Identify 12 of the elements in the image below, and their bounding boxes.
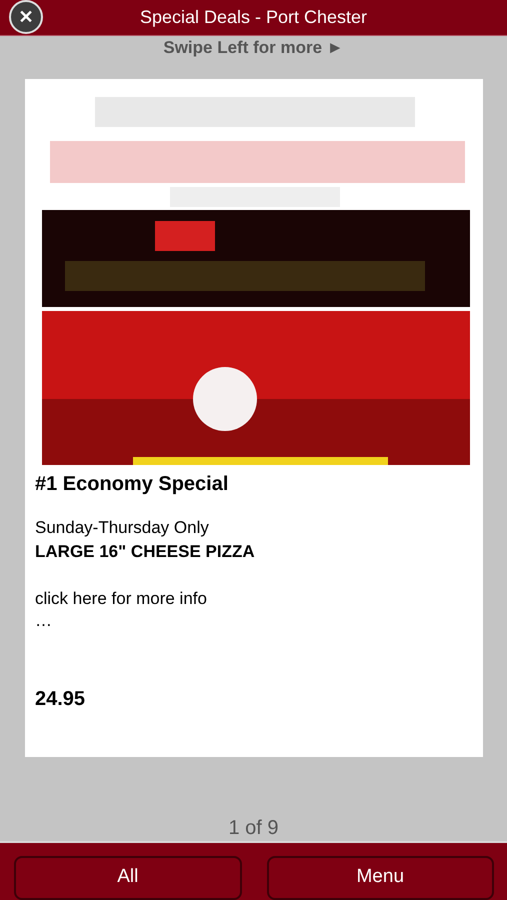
description-line: Sunday-Thursday Only — [35, 516, 210, 539]
window-title: Special Deals - Port Chester — [140, 6, 368, 28]
deal-price: 24.95 — [35, 688, 86, 711]
page-indicator: 1 of 9 — [227, 816, 280, 841]
footer-button[interactable]: All — [14, 856, 242, 900]
footer-button[interactable]: Menu — [266, 856, 494, 900]
description-line: LARGE 16" CHEESE PIZZA — [35, 540, 256, 563]
swipe-hint: Swipe Left for more ► — [162, 36, 345, 59]
more-info-link[interactable]: click here for more info — [35, 588, 473, 610]
ellipsis-text: … — [35, 610, 53, 632]
close-button[interactable]: ✕ — [9, 0, 43, 34]
deal-title: #1 Economy Special — [35, 472, 230, 496]
